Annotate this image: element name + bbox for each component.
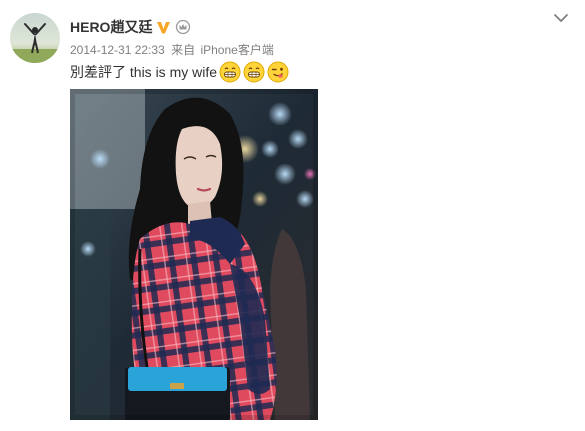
post-photo[interactable]: [70, 89, 318, 420]
member-crown-icon[interactable]: [175, 19, 191, 35]
chevron-down-icon[interactable]: [553, 12, 569, 24]
wink-tongue-emoji-icon: [267, 61, 289, 83]
author-name[interactable]: HERO趙又廷: [70, 17, 152, 37]
author-avatar[interactable]: [10, 13, 60, 63]
vip-v-icon[interactable]: [156, 20, 171, 35]
grin-emoji-icon: [243, 61, 265, 83]
post-device-source[interactable]: iPhone客户端: [200, 43, 273, 57]
post-timestamp[interactable]: 2014-12-31 22:33: [70, 43, 165, 57]
post-meta: 2014-12-31 22:33 来自 iPhone客户端: [70, 41, 274, 58]
post-text: 別差評了 this is my wife: [70, 64, 218, 80]
person-arms-raised-avatar-icon: [10, 13, 60, 63]
post-via-label: 来自: [171, 43, 196, 57]
grin-emoji-icon: [219, 61, 241, 83]
post-content: 別差評了 this is my wife: [70, 60, 289, 84]
photo-image: [70, 89, 318, 420]
post-header: HERO趙又廷: [70, 16, 191, 38]
weibo-post: HERO趙又廷 2014-12-31 22:33 来自 iPhone客户端 別差…: [0, 0, 585, 431]
